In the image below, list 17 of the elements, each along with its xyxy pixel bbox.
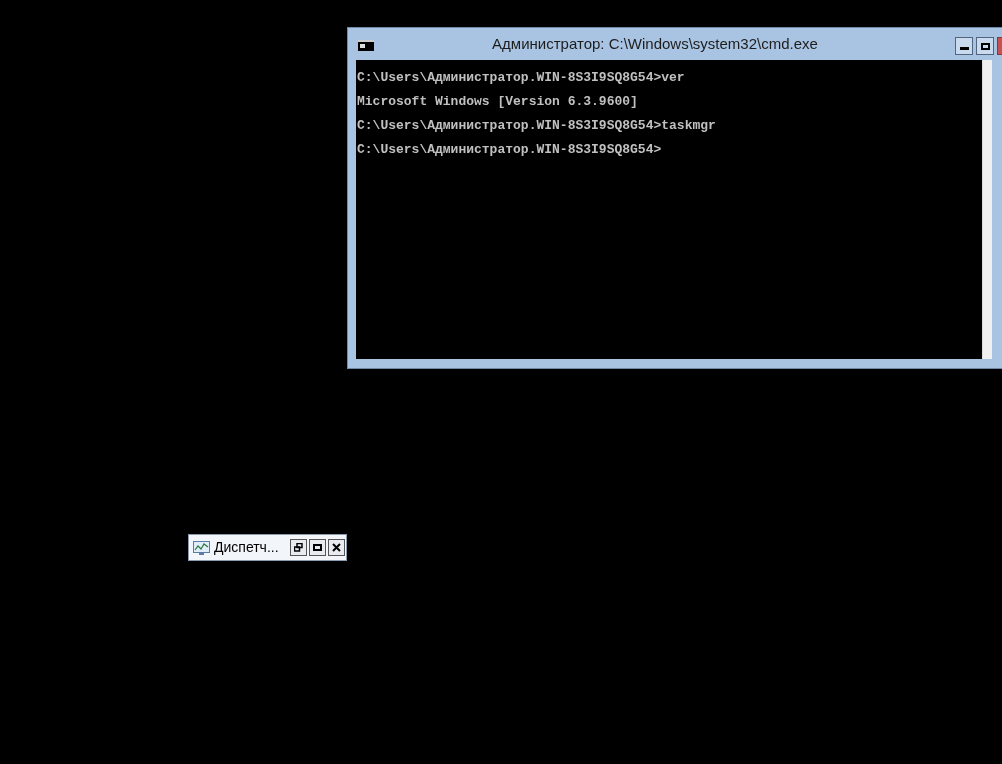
close-icon [332,543,341,552]
maximize-button[interactable] [976,37,994,55]
console-line: C:\Users\Администратор.WIN-8S3I9SQ8G54> [357,141,662,159]
restore-icon [294,543,303,552]
minimized-window[interactable]: Диспетч... [188,534,347,561]
console-icon [358,40,374,51]
scrollbar[interactable] [982,60,992,359]
console-line: C:\Users\Администратор.WIN-8S3I9SQ8G54>ver [357,69,685,87]
restore-button[interactable] [290,539,307,556]
window-title: Администратор: C:\Windows\system32\cmd.exe [492,33,818,54]
minimize-button[interactable] [955,37,973,55]
close-button[interactable] [328,539,345,556]
window-title: Диспетч... [214,538,280,557]
monitor-chart-icon [193,540,210,555]
console-line: Microsoft Windows [Version 6.3.9600] [357,93,638,111]
maximize-button[interactable] [309,539,326,556]
console-line: C:\Users\Администратор.WIN-8S3I9SQ8G54>taskmgr [357,117,716,135]
